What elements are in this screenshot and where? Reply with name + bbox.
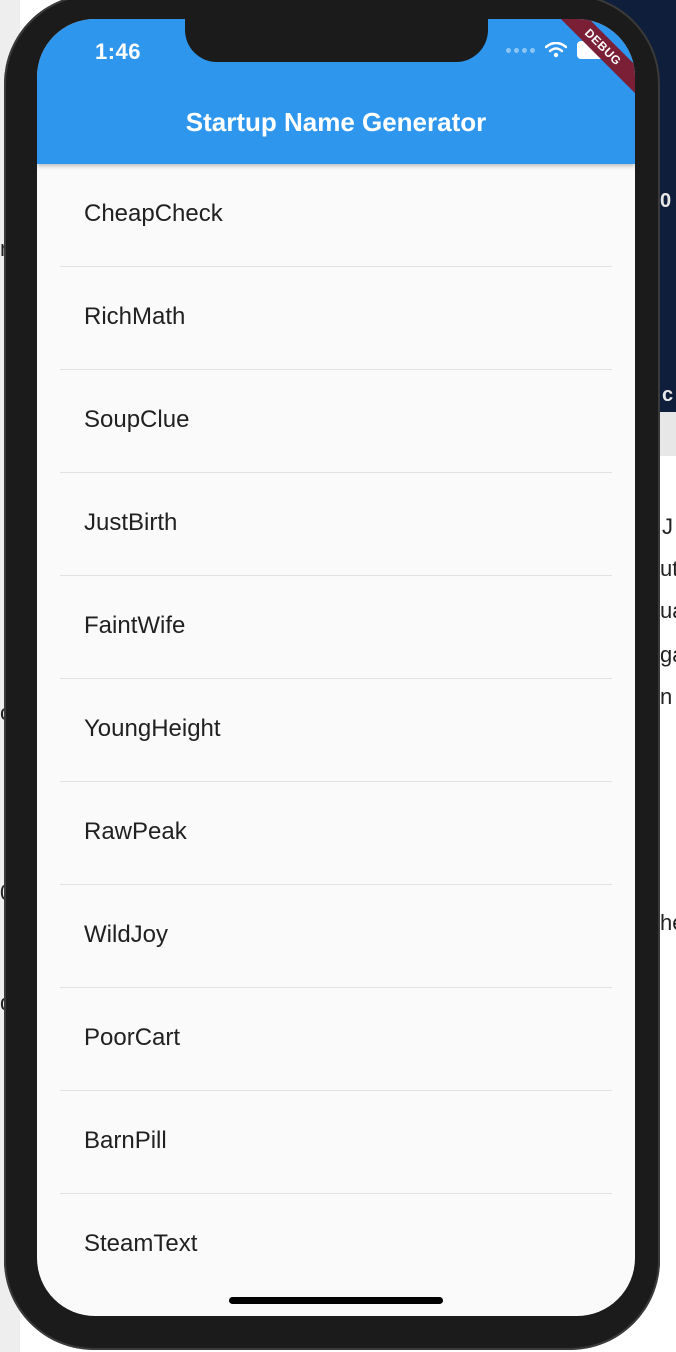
app-title: Startup Name Generator [185,107,487,137]
signal-icon [506,47,535,53]
startup-name-label: RawPeak [84,818,187,845]
startup-name-label: CheapCheck [84,200,223,227]
phone-frame: DEBUG 1:46 Startup Name Generator CheapC… [4,0,660,1350]
background-text: utt [660,556,676,581]
list-item[interactable]: YoungHeight [37,679,635,782]
background-text: 0 [660,190,672,212]
list-item[interactable]: CheapCheck [37,164,635,267]
list-item[interactable]: RichMath [37,267,635,370]
list-item[interactable]: WildJoy [37,885,635,988]
phone-screen: DEBUG 1:46 Startup Name Generator CheapC… [37,19,635,1316]
startup-name-label: SoupClue [84,406,190,433]
home-indicator[interactable] [229,1297,443,1304]
startup-name-label: BarnPill [84,1127,167,1154]
list-item[interactable]: PoorCart [37,988,635,1091]
startup-name-list[interactable]: CheapCheck RichMath SoupClue JustBirth Faint… [37,164,635,1297]
list-item[interactable]: RawPeak [37,782,635,885]
startup-name-label: SteamText [84,1230,198,1257]
startup-name-label: JustBirth [84,509,178,536]
background-text: c [662,384,674,406]
list-item[interactable]: SteamText [37,1194,635,1297]
list-item[interactable]: SoupClue [37,370,635,473]
phone-notch [185,19,488,62]
startup-name-label: PoorCart [84,1024,181,1051]
background-text: J [662,514,673,539]
startup-name-label: FaintWife [84,612,186,639]
startup-name-label: RichMath [84,303,186,330]
background-text: ua [660,598,676,623]
status-time: 1:46 [95,39,142,64]
background-text: n [660,684,673,709]
list-item[interactable]: BarnPill [37,1091,635,1194]
list-item[interactable]: JustBirth [37,473,635,576]
background-text: he [660,910,676,935]
list-item[interactable]: FaintWife [37,576,635,679]
wifi-icon [545,42,567,58]
startup-name-label: WildJoy [84,921,169,948]
background-text: ga [660,642,676,667]
startup-name-label: YoungHeight [84,715,221,742]
